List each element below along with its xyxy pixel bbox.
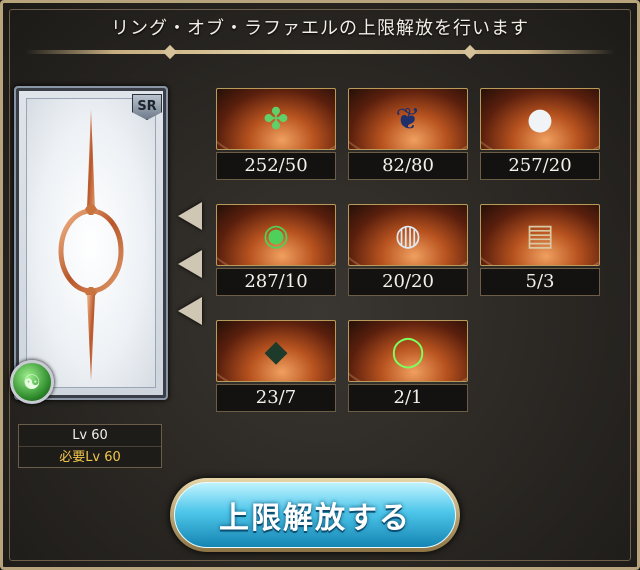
material-count: 287/10 — [216, 268, 336, 296]
material-item[interactable]: ◉ 287/10 — [216, 204, 336, 296]
material-count: 2/1 — [348, 384, 468, 412]
wind-element-icon: ☯ — [10, 360, 54, 404]
uncap-button-frame: 上限解放する — [170, 478, 460, 552]
material-count: 23/7 — [216, 384, 336, 412]
required-level: 必要Lv 60 — [59, 450, 121, 465]
material-count: 257/20 — [480, 152, 600, 180]
material-item[interactable]: ✤ 252/50 — [216, 88, 336, 180]
weapon-art — [26, 98, 156, 388]
level-info: Lv 60 必要Lv 60 — [18, 424, 162, 468]
material-count: 5/3 — [480, 268, 600, 296]
green-leaf-icon: ✤ — [263, 101, 289, 137]
dialog-title: リング・オブ・ラファエルの上限解放を行います — [111, 18, 529, 39]
material-count: 252/50 — [216, 152, 336, 180]
material-item[interactable]: ▤ 5/3 — [480, 204, 600, 296]
green-eye-orb-icon: ◉ — [262, 217, 290, 253]
green-ring-icon: ◯ — [391, 333, 425, 369]
material-item[interactable]: ● 257/20 — [480, 88, 600, 180]
ring-weapon-image — [58, 109, 124, 381]
spirit-orb-icon: ◍ — [394, 217, 422, 253]
arrow-left-icon — [178, 202, 202, 230]
title-divider — [25, 50, 615, 54]
arrow-left-icon — [178, 250, 202, 278]
uncap-button[interactable]: 上限解放する — [174, 482, 456, 548]
material-item[interactable]: ◍ 20/20 — [348, 204, 468, 296]
arrow-left-icon — [178, 297, 202, 325]
dark-shard-icon: ◆ — [264, 333, 288, 369]
material-count: 82/80 — [348, 152, 468, 180]
olive-branch-icon: ❦ — [395, 101, 421, 137]
material-item[interactable]: ◆ 23/7 — [216, 320, 336, 412]
current-level: Lv 60 — [19, 425, 161, 447]
material-item[interactable]: ❦ 82/80 — [348, 88, 468, 180]
scroll-icon: ▤ — [525, 217, 555, 253]
weapon-card: SR ☯ — [10, 86, 168, 404]
crystal-orb-icon: ● — [526, 101, 554, 137]
material-item[interactable]: ◯ 2/1 — [348, 320, 468, 412]
material-count: 20/20 — [348, 268, 468, 296]
